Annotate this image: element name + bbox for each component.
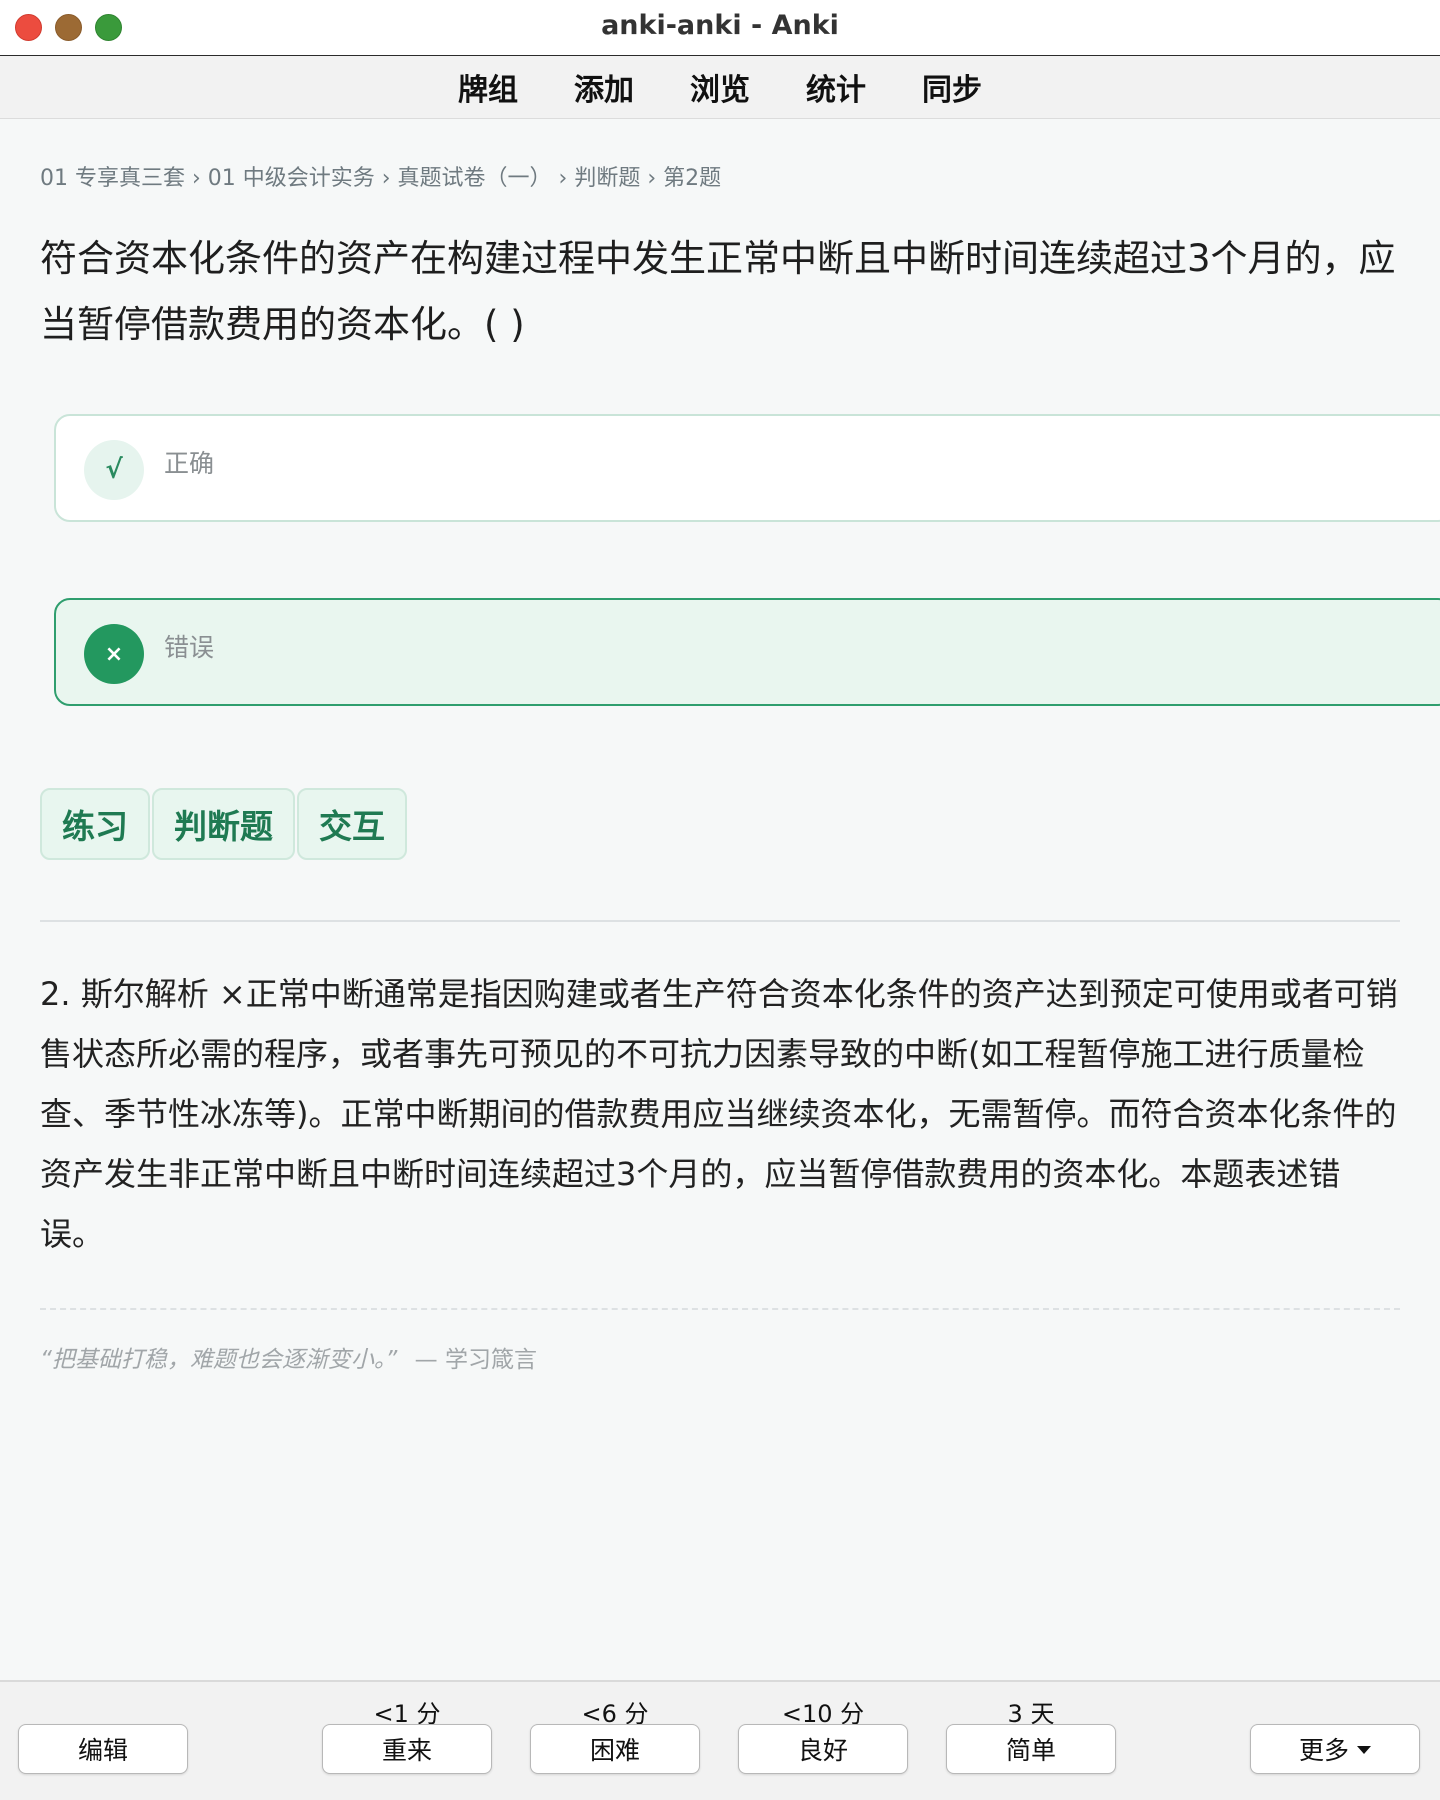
title-bar: anki-anki - Anki xyxy=(0,0,1440,56)
option-label: 错误 xyxy=(164,633,215,662)
tag-item[interactable]: 判断题 xyxy=(152,788,295,860)
cross-icon: × xyxy=(84,624,144,684)
option-label: 正确 xyxy=(164,449,215,478)
more-label: 更多 xyxy=(1298,1736,1349,1765)
edit-button[interactable]: 编辑 xyxy=(18,1724,188,1774)
tag-item[interactable]: 交互 xyxy=(297,788,407,860)
easy-button[interactable]: 简单 xyxy=(946,1724,1116,1774)
hard-button[interactable]: 困难 xyxy=(530,1724,700,1774)
toolbar-sync[interactable]: 同步 xyxy=(894,65,1010,109)
again-button[interactable]: 重来 xyxy=(322,1724,492,1774)
toolbar-add[interactable]: 添加 xyxy=(546,65,662,109)
tag-list: 练习 判断题 交互 xyxy=(40,788,407,860)
more-button[interactable]: 更多 xyxy=(1250,1724,1420,1774)
option-true[interactable]: √ 正确 xyxy=(54,414,1440,522)
toolbar-browse[interactable]: 浏览 xyxy=(662,65,778,109)
check-icon: √ xyxy=(84,440,144,500)
divider xyxy=(40,920,1400,922)
window-title: anki-anki - Anki xyxy=(601,10,839,41)
toolbar-decks[interactable]: 牌组 xyxy=(430,65,546,109)
motto-quote: “把基础打稳，难题也会逐渐变小。” — 学习箴言 xyxy=(40,1340,537,1374)
tag-item[interactable]: 练习 xyxy=(40,788,150,860)
anki-window: anki-anki - Anki 牌组 添加 浏览 统计 同步 01 专享真三套… xyxy=(0,0,1440,1800)
option-false[interactable]: × 错误 xyxy=(54,598,1440,706)
review-bottom-bar: 编辑 <1 分 重来 <6 分 困难 <10 分 良好 3 天 简单 更多 xyxy=(0,1680,1440,1800)
breadcrumb: 01 专享真三套 › 01 中级会计实务 › 真题试卷（一） › 判断题 › 第… xyxy=(40,166,722,191)
main-toolbar: 牌组 添加 浏览 统计 同步 xyxy=(0,56,1440,119)
dashed-divider xyxy=(40,1308,1400,1310)
question-text: 符合资本化条件的资产在构建过程中发生正常中断且中断时间连续超过3个月的，应当暂停… xyxy=(40,237,1396,346)
caret-down-icon xyxy=(1357,1746,1371,1754)
explanation-text: 2. 斯尔解析 ×正常中断通常是指因购建或者生产符合资本化条件的资产达到预定可使… xyxy=(40,975,1398,1253)
toolbar-stats[interactable]: 统计 xyxy=(778,65,894,109)
quote-source: — 学习箴言 xyxy=(414,1347,537,1373)
good-button[interactable]: 良好 xyxy=(738,1724,908,1774)
quote-text: “把基础打稳，难题也会逐渐变小。” xyxy=(40,1347,398,1373)
